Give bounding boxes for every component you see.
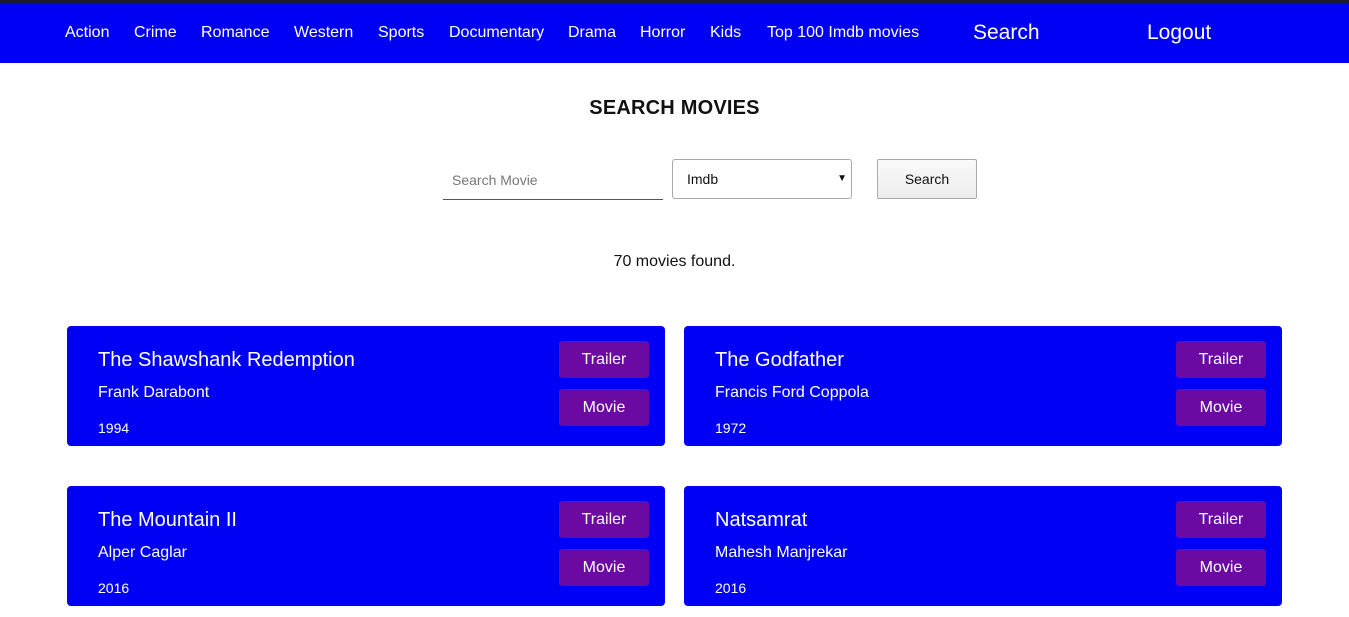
movie-button[interactable]: Movie bbox=[1176, 389, 1266, 426]
nav-link-action[interactable]: Action bbox=[65, 24, 109, 42]
result-count: 70 movies found. bbox=[613, 253, 736, 270]
top-navigation-bar: Action Crime Romance Western Sports Docu… bbox=[0, 0, 1349, 63]
movie-director: Francis Ford Coppola bbox=[715, 384, 869, 401]
movie-button[interactable]: Movie bbox=[559, 389, 649, 426]
nav-link-crime[interactable]: Crime bbox=[134, 24, 177, 42]
nav-link-kids[interactable]: Kids bbox=[710, 24, 741, 42]
caret-down-icon: ▼ bbox=[837, 173, 847, 184]
movie-year: 2016 bbox=[98, 580, 130, 596]
movie-card: Natsamrat Mahesh Manjrekar 2016 Trailer … bbox=[684, 486, 1282, 606]
movie-director: Frank Darabont bbox=[98, 384, 210, 401]
logout-link[interactable]: Logout bbox=[1147, 21, 1211, 45]
movie-year: 1972 bbox=[715, 420, 747, 436]
movie-title: Natsamrat bbox=[715, 509, 808, 531]
movie-card: The Shawshank Redemption Frank Darabont … bbox=[67, 326, 665, 446]
trailer-button[interactable]: Trailer bbox=[559, 501, 649, 538]
source-select-value: Imdb bbox=[687, 171, 719, 187]
nav-link-top-100-imdb[interactable]: Top 100 Imdb movies bbox=[767, 24, 919, 42]
movie-button[interactable]: Movie bbox=[1176, 549, 1266, 586]
nav-link-western[interactable]: Western bbox=[294, 24, 353, 42]
nav-link-romance[interactable]: Romance bbox=[201, 24, 269, 42]
movie-card: The Mountain II Alper Caglar 2016 Traile… bbox=[67, 486, 665, 606]
movie-director: Mahesh Manjrekar bbox=[715, 544, 848, 561]
nav-link-documentary[interactable]: Documentary bbox=[449, 24, 544, 42]
trailer-button[interactable]: Trailer bbox=[1176, 341, 1266, 378]
movie-year: 2016 bbox=[715, 580, 747, 596]
movie-title: The Shawshank Redemption bbox=[98, 349, 355, 371]
page-title: SEARCH MOVIES bbox=[589, 97, 760, 119]
movie-title: The Godfather bbox=[715, 349, 844, 371]
search-button[interactable]: Search bbox=[877, 159, 977, 199]
search-movie-input[interactable] bbox=[443, 160, 663, 200]
movie-director: Alper Caglar bbox=[98, 544, 187, 561]
nav-search-link[interactable]: Search bbox=[973, 21, 1040, 45]
nav-link-drama[interactable]: Drama bbox=[568, 24, 616, 42]
source-select[interactable]: Imdb ▼ bbox=[672, 159, 852, 199]
trailer-button[interactable]: Trailer bbox=[559, 341, 649, 378]
movie-year: 1994 bbox=[98, 420, 130, 436]
nav-link-horror[interactable]: Horror bbox=[640, 24, 685, 42]
movie-button[interactable]: Movie bbox=[559, 549, 649, 586]
movie-card: The Godfather Francis Ford Coppola 1972 … bbox=[684, 326, 1282, 446]
nav-link-sports[interactable]: Sports bbox=[378, 24, 424, 42]
trailer-button[interactable]: Trailer bbox=[1176, 501, 1266, 538]
movie-title: The Mountain II bbox=[98, 509, 237, 531]
